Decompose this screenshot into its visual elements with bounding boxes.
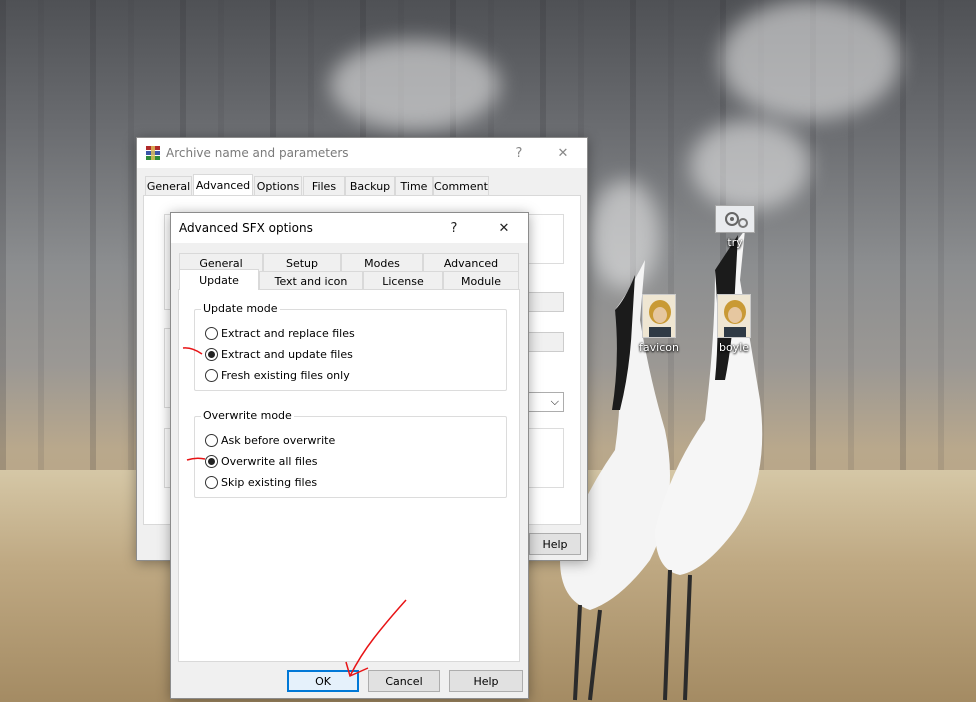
radio-label: Skip existing files [221,475,318,489]
portrait-image-icon [642,294,676,338]
radio-button[interactable] [205,433,218,447]
tab-advanced[interactable]: Advanced [193,174,253,195]
chevron-down-icon: ⌵ [550,395,559,408]
title-bar: Archive name and parameters ? ✕ [137,138,587,168]
radio-fresh-existing[interactable]: Fresh existing files only [205,367,350,383]
desktop-icon-try[interactable]: try [704,205,766,249]
steam-cloud [330,40,500,130]
radio-button[interactable] [205,368,218,382]
dialog-title: Advanced SFX options [179,221,313,235]
winrar-app-icon [145,145,161,161]
radio-button-selected[interactable] [205,454,218,468]
overwrite-mode-label: Overwrite mode [201,409,294,422]
tab-text-and-icon[interactable]: Text and icon [259,271,363,290]
tab-module[interactable]: Module [443,271,519,290]
tab-files[interactable]: Files [303,176,345,195]
update-mode-group: Update mode Extract and replace files Ex… [194,302,507,391]
portrait-image-icon [717,294,751,338]
title-bar: Advanced SFX options ? ✕ [171,213,528,243]
annotation-mark [186,457,206,461]
radio-label: Fresh existing files only [221,368,350,382]
update-mode-label: Update mode [201,302,280,315]
window-title: Archive name and parameters [166,146,349,160]
close-button[interactable]: ✕ [484,213,524,243]
radio-label: Extract and replace files [221,326,355,340]
tab-setup[interactable]: Setup [263,253,341,272]
radio-extract-and-replace[interactable]: Extract and replace files [205,325,355,341]
close-button[interactable]: ✕ [543,138,583,168]
dropdown[interactable]: ⌵ [524,392,564,412]
tab-general[interactable]: General [145,176,192,195]
tab-time[interactable]: Time [395,176,433,195]
annotation-arrow-icon [345,599,407,678]
tab-advanced[interactable]: Advanced [423,253,519,272]
steam-cloud [690,120,810,210]
text-field[interactable] [524,292,564,312]
radio-extract-and-update[interactable]: Extract and update files [205,346,353,362]
tab-update[interactable]: Update [179,269,259,290]
overwrite-mode-group: Overwrite mode Ask before overwrite Over… [194,409,507,498]
context-help-button[interactable]: ? [434,213,474,243]
desktop-icon-label: try [727,236,743,249]
tab-license[interactable]: License [363,271,443,290]
tab-options[interactable]: Options [254,176,302,195]
annotation-mark [182,347,203,355]
radio-button[interactable] [205,475,218,489]
radio-label: Overwrite all files [221,454,318,468]
steam-cloud [720,0,900,120]
help-button[interactable]: Help [449,670,523,692]
radio-label: Ask before overwrite [221,433,336,447]
radio-button[interactable] [205,326,218,340]
text-field[interactable] [524,332,564,352]
group-box [524,428,564,488]
radio-skip-existing[interactable]: Skip existing files [205,474,317,490]
radio-button-selected[interactable] [205,347,218,361]
desktop-icon-label: boyle [718,341,750,354]
desktop-icon-label: favicon [639,341,679,354]
gear-shortcut-icon [715,205,755,233]
radio-overwrite-all[interactable]: Overwrite all files [205,453,317,469]
desktop-icon-favicon[interactable]: favicon [628,294,690,354]
radio-label: Extract and update files [221,347,353,361]
tab-backup[interactable]: Backup [345,176,395,195]
tab-modes[interactable]: Modes [341,253,423,272]
desktop-icon-boyle[interactable]: boyle [703,294,765,354]
help-button[interactable]: Help [529,533,581,555]
tab-comment[interactable]: Comment [433,176,489,195]
context-help-button[interactable]: ? [499,138,539,168]
radio-ask-before-overwrite[interactable]: Ask before overwrite [205,432,335,448]
